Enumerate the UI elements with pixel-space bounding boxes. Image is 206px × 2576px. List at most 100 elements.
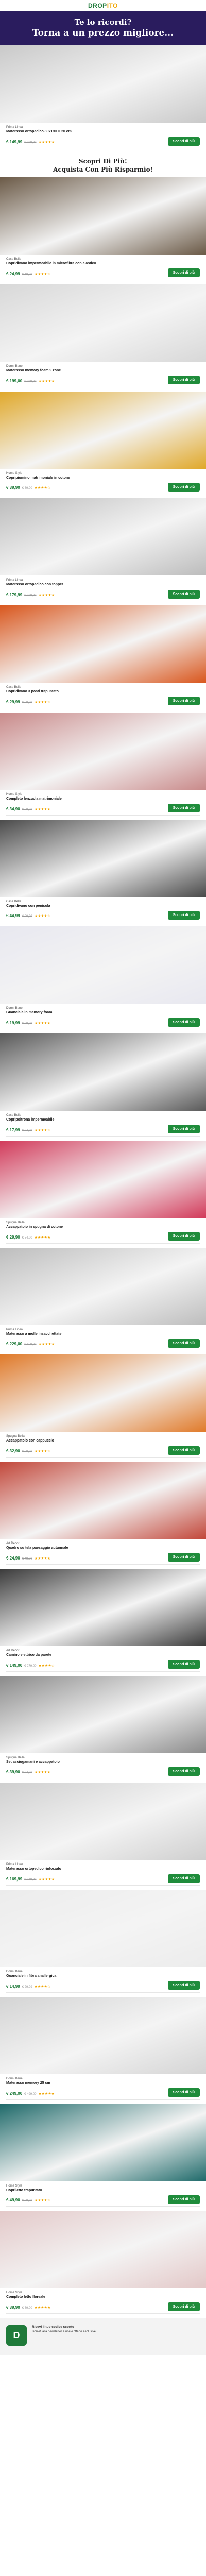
product-title[interactable]: Completo lenzuola matrimoniale [6,797,161,802]
product-image[interactable] [0,284,206,362]
product-image[interactable] [0,605,206,683]
product-title[interactable]: Materasso ortopedico con topper [6,583,161,587]
price-group: € 39,90 € 69,90 ★★★★★ [6,2302,50,2311]
product-image[interactable] [0,1996,206,2074]
discover-more-button[interactable]: Scopri di più [167,697,200,706]
product-info: Prima Linea Materasso ortopedico 80x190 H… [0,123,206,146]
product-old-price: € 29,99 [22,1985,32,1989]
product-image[interactable] [0,391,206,469]
product-card: Art Decor Camino elettrico da parete € 149… [0,1568,206,1676]
discover-more-button[interactable]: Scopri di più [167,804,200,813]
product-image[interactable] [0,2211,206,2289]
product-price: € 179,99 [6,592,23,598]
price-group: € 179,99 € 329,99 ★★★★★ [6,589,55,599]
product-price: € 249,00 [6,2091,23,2096]
product-info: Prima Linea Materasso ortopedico con topp… [0,575,206,599]
price-group: € 49,90 € 89,90 ★★★★☆ [6,2195,50,2204]
product-info: Prima Linea Materasso ortopedico rinforza… [0,1860,206,1883]
product-card: Home Style Completo lenzuola matrimoniale… [0,712,206,820]
product-title[interactable]: Copripiumino matrimoniale in cotone [6,476,161,481]
product-image[interactable] [0,1033,206,1111]
product-image[interactable] [0,1354,206,1432]
product-info: Home Style Copriletto trapuntato € 49,90 € … [0,2181,206,2205]
product-image[interactable] [0,712,206,790]
product-title[interactable]: Materasso a molle insacchettate [6,1332,161,1337]
product-image[interactable] [0,498,206,576]
hero-banner: Te lo ricordi? Torna a un prezzo miglior… [0,11,206,46]
discover-more-button[interactable]: Scopri di più [167,1018,200,1027]
discover-more-button[interactable]: Scopri di più [167,2302,200,2311]
product-title[interactable]: Copridivano con penisola [6,904,161,909]
product-image[interactable] [0,2104,206,2181]
rating-stars: ★★★★★ [38,1878,55,1882]
newsletter-icon: D [6,2325,27,2346]
discover-more-button[interactable]: Scopri di più [167,1232,200,1241]
product-old-price: € 89,99 [22,915,32,919]
discover-more-button[interactable]: Scopri di più [167,589,200,599]
product-image[interactable] [0,1568,206,1646]
product-title[interactable]: Completo letto floreale [6,2295,161,2300]
discover-more-button[interactable]: Scopri di più [167,1660,200,1669]
product-title[interactable]: Guanciale in fibra anallergica [6,1974,161,1979]
product-image[interactable] [0,1783,206,1860]
product-image[interactable] [0,177,206,255]
discover-more-button[interactable]: Scopri di più [167,910,200,920]
product-title[interactable]: Copriletto trapuntato [6,2189,161,2193]
product-image[interactable] [0,1462,206,1539]
discover-more-button[interactable]: Scopri di più [167,1981,200,1990]
discover-more-button[interactable]: Scopri di più [167,1767,200,1776]
discover-more-button[interactable]: Scopri di più [167,2195,200,2204]
product-old-price: € 34,99 [22,1129,32,1132]
product-image[interactable] [0,1675,206,1753]
discover-more-button[interactable]: Scopri di più [167,1874,200,1883]
discover-more-button[interactable]: Scopri di più [167,482,200,492]
discover-more-button[interactable]: Scopri di più [167,1125,200,1134]
product-image[interactable] [0,1890,206,1968]
product-card: Home Style Copriletto trapuntato € 49,90 € … [0,2104,206,2211]
product-image[interactable] [0,1247,206,1325]
footer: D Ricevi il tuo codice sconto Iscriviti … [0,2318,206,2355]
product-title[interactable]: Accappatoio in spugna di cotone [6,1225,161,1230]
discover-more-button[interactable]: Scopri di più [167,268,200,278]
discover-more-button[interactable]: Scopri di più [167,376,200,385]
product-image[interactable] [0,1140,206,1218]
product-title[interactable]: Set asciugamani e accappatoio [6,1760,161,1765]
discover-more-button[interactable]: Scopri di più [167,1446,200,1455]
product-info: Casa Bella Copridivano con penisola € 44,9… [0,897,206,920]
product-title[interactable]: Copridivano 3 posti trapuntato [6,690,161,694]
product-image[interactable] [0,819,206,897]
product-title[interactable]: Materasso memory 25 cm [6,2081,161,2086]
product-image[interactable] [0,926,206,1004]
product-info: Dormi Bene Guanciale in memory foam € 19,9… [0,1004,206,1027]
product-title[interactable]: Materasso memory foam 9 zone [6,369,161,374]
product-title[interactable]: Quadro su tela paesaggio autunnale [6,1546,161,1551]
product-brand: Spugna Bella [6,1435,25,1438]
product-title[interactable]: Accappatoio con cappuccio [6,1439,161,1444]
price-row: € 229,00 € 459,00 ★★★★★ Scopri di più [6,1338,200,1348]
discover-more-button[interactable]: Scopri di più [167,2088,200,2097]
product-old-price: € 399,00 [24,380,37,383]
product-brand: Casa Bella [6,258,22,261]
product-title[interactable]: Copridivano impermeabile in microfibra c… [6,262,161,266]
product-old-price: € 89,90 [22,2199,32,2203]
product-info: Dormi Bene Materasso memory foam 9 zone € … [0,362,206,385]
price-row: € 32,90 € 59,90 ★★★★☆ Scopri di più [6,1446,200,1455]
discover-more-button[interactable]: Scopri di più [167,1338,200,1348]
price-row: € 149,00 € 279,00 ★★★★☆ Scopri di più [6,1660,200,1669]
product-brand: Dormi Bene [6,1007,23,1010]
discover-more-button[interactable]: Scopri di più [167,137,200,146]
product-price: € 19,99 [6,1021,20,1026]
product-title[interactable]: Camino elettrico da parete [6,1653,161,1658]
product-price: € 24,99 [6,271,20,276]
product-brand: Dormi Bene [6,1970,23,1974]
price-group: € 29,99 € 59,99 ★★★★☆ [6,697,50,706]
product-price: € 39,90 [6,485,20,490]
product-title[interactable]: Materasso ortopedico rinforzato [6,1867,161,1872]
product-title[interactable]: Copripoltrona impermeabile [6,1118,161,1123]
product-title[interactable]: Guanciale in memory foam [6,1011,161,1015]
product-title[interactable]: Materasso ortopedico 80x190 H 20 cm [6,130,161,134]
product-image[interactable] [0,45,206,123]
discover-more-button[interactable]: Scopri di più [167,1553,200,1562]
product-info: Prima Linea Materasso a molle insacchetta… [0,1325,206,1348]
brand-logo[interactable]: DROPITO [88,2,118,9]
